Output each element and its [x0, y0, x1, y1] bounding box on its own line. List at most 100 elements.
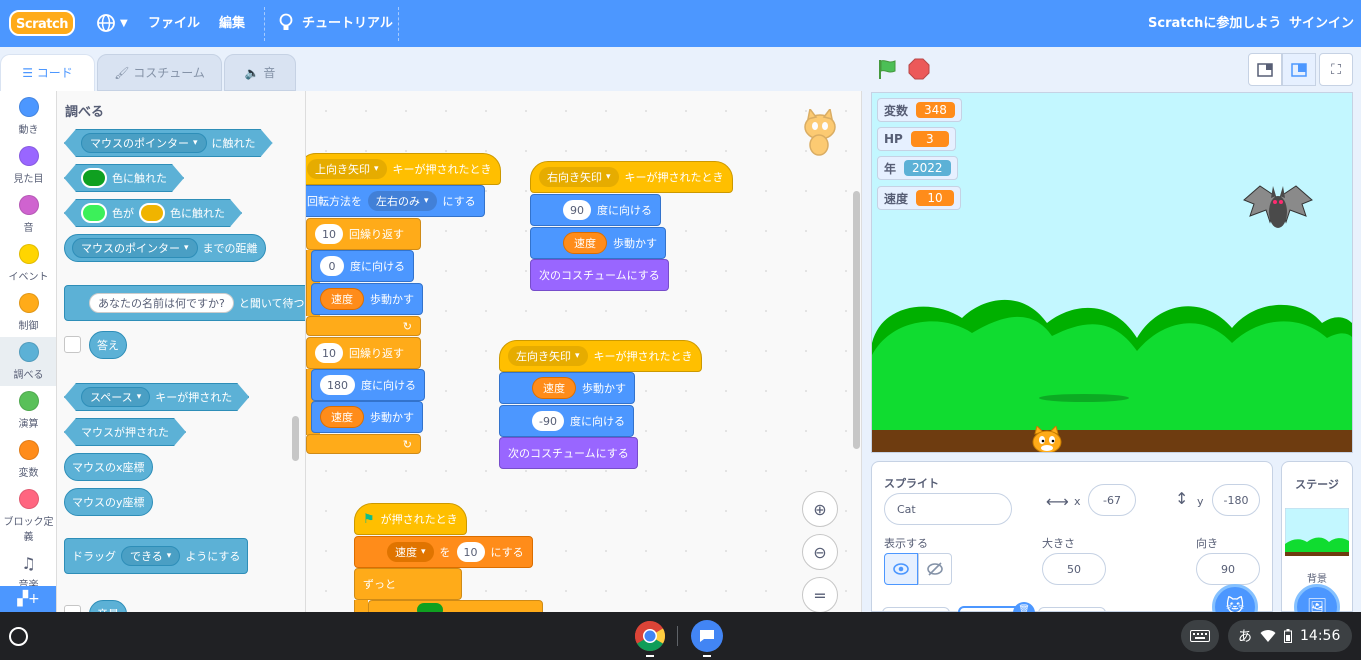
- sign-in-link[interactable]: サインイン: [1289, 0, 1354, 47]
- block-next-costume[interactable]: 次のコスチュームにする: [530, 259, 669, 291]
- block-when-flag-clicked[interactable]: ⚑ が押されたとき: [354, 503, 467, 535]
- category-sound[interactable]: 音: [0, 195, 56, 241]
- block-touching-object[interactable]: マウスのポインター に触れた: [64, 129, 273, 157]
- small-stage-button[interactable]: [1248, 53, 1282, 86]
- block-next-costume[interactable]: 次のコスチュームにする: [499, 437, 638, 469]
- block-point-direction[interactable]: 90 度に向ける: [530, 194, 661, 226]
- tab-code[interactable]: ☰ コード: [0, 54, 95, 91]
- block-when-key-pressed[interactable]: 右向き矢印 キーが押されたとき: [530, 161, 733, 193]
- block-forever[interactable]: ずっと: [354, 568, 462, 600]
- block-set-drag-mode[interactable]: ドラッグ できる ようにする: [64, 538, 249, 574]
- block-mouse-x[interactable]: マウスのx座標: [64, 453, 153, 481]
- variable-value-input[interactable]: 10: [456, 542, 485, 562]
- monitor-variable[interactable]: 変数 348: [877, 98, 962, 122]
- block-move-steps[interactable]: 速度 歩動かす: [311, 283, 423, 315]
- block-ask-and-wait[interactable]: あなたの名前は何ですか? と聞いて待つ: [64, 285, 305, 321]
- direction-input[interactable]: 180: [320, 375, 355, 395]
- category-operators[interactable]: 演算: [0, 391, 56, 437]
- speed-reporter[interactable]: 速度: [532, 377, 576, 399]
- block-color-touching-color[interactable]: 色が 色に触れた: [64, 199, 242, 227]
- backdrop-thumbnail[interactable]: [1285, 508, 1349, 556]
- direction-input[interactable]: 0: [320, 256, 344, 276]
- block-touching-color[interactable]: 色に触れた: [64, 164, 184, 192]
- size-input[interactable]: 50: [1042, 553, 1106, 585]
- block-key-pressed[interactable]: スペース キーが押された: [64, 383, 249, 411]
- answer-checkbox[interactable]: [64, 336, 81, 353]
- tab-costumes[interactable]: 🖌 コスチューム: [97, 54, 222, 91]
- block-mouse-down[interactable]: マウスが押された: [64, 418, 186, 446]
- script-area[interactable]: 上向き矢印 キーが押されたとき 回転方法を 左右のみ にする 10 回繰り返す …: [306, 91, 862, 612]
- monitor-hp[interactable]: HP 3: [877, 127, 956, 151]
- category-motion[interactable]: 動き: [0, 97, 56, 143]
- fullscreen-button[interactable]: ⛶: [1319, 53, 1353, 86]
- show-hidden-button[interactable]: [918, 553, 952, 585]
- block-when-key-pressed[interactable]: 上向き矢印 キーが押されたとき: [306, 153, 501, 185]
- block-repeat[interactable]: 10 回繰り返す: [306, 218, 421, 250]
- block-set-variable[interactable]: 速度 を 10 にする: [354, 536, 533, 568]
- category-looks[interactable]: 見た目: [0, 146, 56, 192]
- block-repeat[interactable]: 10 回繰り返す: [306, 337, 421, 369]
- touching-menu[interactable]: マウスのポインター: [81, 133, 207, 153]
- direction-input[interactable]: -90: [532, 411, 564, 431]
- key-menu[interactable]: スペース: [81, 387, 150, 407]
- zoom-out-button[interactable]: ⊖: [802, 534, 838, 570]
- category-sensing[interactable]: 調べる: [0, 337, 56, 386]
- y-input[interactable]: -180: [1212, 484, 1260, 516]
- launcher-button[interactable]: [9, 627, 28, 646]
- block-move-steps[interactable]: 速度 歩動かす: [311, 401, 423, 433]
- key-dropdown[interactable]: 右向き矢印: [539, 167, 619, 187]
- tab-sounds[interactable]: 🔈 音: [224, 54, 296, 91]
- messages-app-button[interactable]: [691, 620, 723, 652]
- add-extension-button[interactable]: ▞+: [0, 586, 56, 612]
- green-flag-button[interactable]: [876, 58, 898, 80]
- edit-menu[interactable]: 編集: [219, 0, 245, 47]
- color-swatch[interactable]: [81, 168, 107, 188]
- block-set-rotation-style[interactable]: 回転方法を 左右のみ にする: [306, 185, 485, 217]
- distance-menu[interactable]: マウスのポインター: [72, 238, 198, 258]
- keyboard-button[interactable]: [1181, 620, 1219, 652]
- block-point-direction[interactable]: 180 度に向ける: [311, 369, 425, 401]
- key-dropdown[interactable]: 左向き矢印: [508, 346, 588, 366]
- direction-input[interactable]: 90: [1196, 553, 1260, 585]
- palette-scrollbar[interactable]: [292, 416, 299, 461]
- speed-reporter[interactable]: 速度: [320, 406, 364, 428]
- direction-input[interactable]: 90: [563, 200, 591, 220]
- bat-sprite[interactable]: [1240, 178, 1316, 236]
- monitor-year[interactable]: 年 2022: [877, 156, 958, 180]
- color-swatch[interactable]: [81, 203, 107, 223]
- category-events[interactable]: イベント: [0, 244, 56, 290]
- category-control[interactable]: 制御: [0, 293, 56, 339]
- zoom-in-button[interactable]: ⊕: [802, 491, 838, 527]
- speed-reporter[interactable]: 速度: [320, 288, 364, 310]
- join-scratch-link[interactable]: Scratchに参加しよう: [1148, 0, 1281, 47]
- script-scrollbar[interactable]: [853, 191, 860, 449]
- loudness-checkbox[interactable]: [64, 605, 81, 612]
- repeat-count-input[interactable]: 10: [315, 343, 343, 363]
- show-visible-button[interactable]: [884, 553, 918, 585]
- block-when-key-pressed[interactable]: 左向き矢印 キーが押されたとき: [499, 340, 702, 372]
- drag-menu[interactable]: できる: [121, 546, 181, 566]
- zoom-reset-button[interactable]: =: [802, 577, 838, 612]
- block-point-direction[interactable]: 0 度に向ける: [311, 250, 414, 282]
- system-tray[interactable]: あ 14:56: [1228, 620, 1352, 652]
- block-move-steps[interactable]: 速度 歩動かす: [499, 372, 635, 404]
- block-move-steps[interactable]: 速度 歩動かす: [530, 227, 666, 259]
- block-loudness[interactable]: 音量: [89, 600, 127, 612]
- block-if[interactable]: [368, 600, 543, 612]
- x-input[interactable]: -67: [1088, 484, 1136, 516]
- cat-sprite[interactable]: [1028, 426, 1066, 453]
- monitor-speed[interactable]: 速度 10: [877, 186, 962, 210]
- key-dropdown[interactable]: 上向き矢印: [307, 159, 387, 179]
- block-point-direction[interactable]: -90 度に向ける: [499, 405, 634, 437]
- speed-reporter[interactable]: 速度: [563, 232, 607, 254]
- category-variables[interactable]: 変数: [0, 440, 56, 486]
- block-answer[interactable]: 答え: [89, 331, 127, 359]
- block-mouse-y[interactable]: マウスのy座標: [64, 488, 153, 516]
- file-menu[interactable]: ファイル: [148, 0, 200, 47]
- variable-dropdown[interactable]: 速度: [387, 542, 434, 562]
- block-distance-to[interactable]: マウスのポインター までの距離: [64, 234, 266, 262]
- color-swatch[interactable]: [139, 203, 165, 223]
- chrome-icon[interactable]: [634, 620, 666, 652]
- normal-stage-button[interactable]: [1282, 53, 1316, 86]
- sprite-name-input[interactable]: Cat: [884, 493, 1012, 525]
